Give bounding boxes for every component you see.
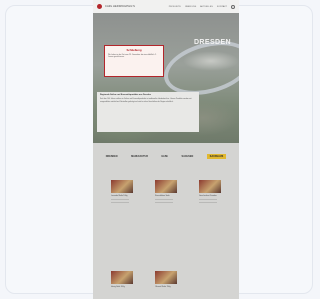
product-meta <box>199 198 217 200</box>
product-meta <box>111 198 129 200</box>
closure-notice: Schließung Wir haben in der Zeit vom 23.… <box>104 45 164 77</box>
brand-name[interactable]: CARL HEINRICHPHIL'S <box>105 5 135 8</box>
product-meta <box>155 198 173 200</box>
product-image[interactable] <box>111 271 133 284</box>
partner-logos: DRESDEN MANUFAKTUR ELBE SACHSEN KAUFHAUS <box>93 148 239 164</box>
product-card[interactable]: Olivenöl Seife 150g <box>155 271 177 288</box>
nav-item-about[interactable]: ÜBER UNS <box>185 6 196 8</box>
product-title[interactable]: Geschenkset Dresden <box>199 195 221 197</box>
product-meta <box>155 201 173 203</box>
brand-logo-icon[interactable] <box>97 4 102 9</box>
product-meta <box>111 201 129 203</box>
nav-item-products[interactable]: PRODUKTE <box>169 6 181 8</box>
hero-heading: DRESDEN <box>193 39 231 46</box>
partner-logo[interactable]: KAUFHAUS <box>206 153 227 159</box>
website-preview: CARL HEINRICHPHIL'S PRODUKTE ÜBER UNS AK… <box>93 0 239 299</box>
intro-box: Regionale Seifen und Kosmetikprodukte au… <box>97 92 199 132</box>
search-icon[interactable] <box>231 4 235 9</box>
partner-logo[interactable]: ELBE <box>162 155 168 158</box>
site-header: CARL HEINRICHPHIL'S PRODUKTE ÜBER UNS AK… <box>93 0 239 13</box>
partner-logo[interactable]: MANUFAKTUR <box>131 155 148 158</box>
product-card[interactable]: Geschenkset Dresden <box>199 180 221 203</box>
product-image[interactable] <box>155 180 177 193</box>
product-title[interactable]: Olivenöl Seife 150g <box>155 286 177 288</box>
product-card[interactable]: Honig Seife 100g <box>111 271 133 288</box>
notice-title: Schließung <box>126 48 142 52</box>
nav-item-news[interactable]: AKTUELLES <box>200 6 213 8</box>
product-card[interactable]: Lavendel Seife 100g <box>111 180 133 203</box>
product-image[interactable] <box>155 271 177 284</box>
product-title[interactable]: Honig Seife 100g <box>111 286 133 288</box>
hero-banner: DRESDEN Schließung Wir haben in der Zeit… <box>93 13 239 143</box>
intro-title: Regionale Seifen und Kosmetikprodukte au… <box>100 94 152 96</box>
main-nav: PRODUKTE ÜBER UNS AKTUELLES KONTAKT <box>169 4 235 9</box>
product-title[interactable]: Lavendel Seife 100g <box>111 195 133 197</box>
product-image[interactable] <box>111 180 133 193</box>
nav-item-contact[interactable]: KONTAKT <box>217 6 227 8</box>
intro-text: Seit über 100 Jahren stellen wir Seifen … <box>100 98 192 103</box>
product-meta <box>199 201 217 203</box>
product-title[interactable]: Rosenblüten Seife <box>155 195 177 197</box>
notice-text: Wir haben in der Zeit vom 23. Dezember b… <box>108 54 157 59</box>
partner-logo[interactable]: DRESDEN <box>106 155 118 158</box>
product-image[interactable] <box>199 180 221 193</box>
partner-logo[interactable]: SACHSEN <box>181 155 193 158</box>
product-card[interactable]: Rosenblüten Seife <box>155 180 177 203</box>
